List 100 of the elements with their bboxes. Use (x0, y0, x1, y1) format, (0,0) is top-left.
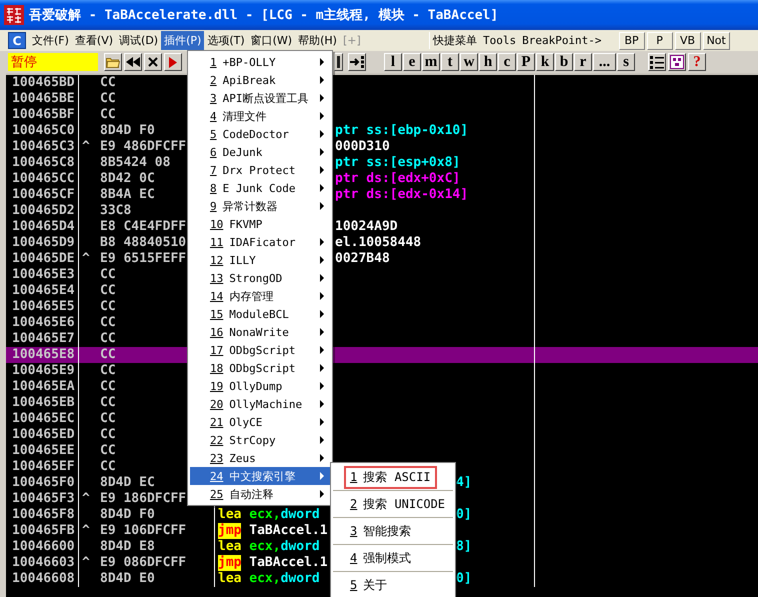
app-menu-button[interactable]: C (8, 32, 26, 49)
jump-mark: ^ (82, 251, 90, 267)
menu-item[interactable]: 19 OllyDump (190, 377, 330, 395)
menu-item[interactable]: 选项(T) (204, 31, 248, 50)
menu-item[interactable]: 15 ModuleBCL (190, 305, 330, 323)
toolbar-button[interactable]: VB (674, 32, 701, 50)
menu-item[interactable]: 8 E Junk Code (190, 179, 330, 197)
menu-item[interactable]: 1 搜索 ASCII (333, 464, 453, 491)
rewind-button[interactable] (124, 53, 142, 71)
address-operand: TaBAccel.1 (249, 555, 328, 571)
memory-operand: dword (280, 507, 320, 523)
hex-bytes: E8 C4E4FDFF (100, 219, 186, 235)
address-text: 100465E5 (12, 299, 75, 314)
menu-item-label: 3 智能搜索 (349, 522, 412, 540)
window-button[interactable]: r (574, 53, 592, 71)
highlight-frame: 1 搜索 ASCII (344, 466, 437, 488)
address-operand: 0027B48 (335, 251, 390, 267)
address-text: 100465E3 (12, 267, 75, 282)
hex-bytes: 8D4D F0 (100, 123, 155, 139)
toolbar-button[interactable]: BP (618, 32, 645, 50)
close-icon (148, 57, 158, 67)
toolbar-button[interactable]: Not (702, 32, 730, 50)
menu-item[interactable]: 2 ApiBreak (190, 71, 330, 89)
menu-item[interactable]: 11 IDAFicator (190, 233, 330, 251)
window-button[interactable]: b (555, 53, 573, 71)
close-button[interactable] (144, 53, 162, 71)
menu-item[interactable]: 24 中文搜索引擎 (190, 467, 330, 485)
menu-item[interactable]: 6 DeJunk (190, 143, 330, 161)
status-field: 暂停 (8, 53, 98, 71)
hex-bytes: CC (100, 91, 116, 107)
menu-item[interactable]: 3 智能搜索 (333, 518, 453, 545)
window-button[interactable]: l (384, 53, 402, 71)
address-text: 10046603 (12, 555, 75, 570)
window-button[interactable]: c (498, 53, 516, 71)
menu-item[interactable]: 查看(V) (72, 31, 116, 50)
menu-item[interactable]: Tools (480, 32, 520, 49)
menu-item[interactable]: 23 Zeus (190, 449, 330, 467)
arrow-to-bar-icon (350, 56, 364, 68)
menu-item[interactable]: 20 OllyMachine (190, 395, 330, 413)
grid-icon (670, 55, 684, 69)
window-button[interactable]: P (517, 53, 535, 71)
menu-item[interactable]: 4 强制模式 (333, 545, 453, 572)
menu-item[interactable]: 快捷菜单 (430, 31, 480, 50)
menu-item[interactable]: 5 关于 (333, 572, 453, 597)
help-button[interactable]: ? (688, 53, 706, 71)
address-text: 100465EE (12, 443, 75, 458)
menu-item[interactable]: 5 CodeDoctor (190, 125, 330, 143)
open-button[interactable] (104, 53, 122, 71)
menu-item[interactable]: 1 +BP-OLLY (190, 53, 330, 71)
address-text: 100465BF (12, 107, 75, 122)
step-button[interactable] (348, 53, 366, 71)
menu-item[interactable]: 16 NonaWrite (190, 323, 330, 341)
toolbar-button[interactable]: P (646, 32, 673, 50)
window-button[interactable]: k (536, 53, 554, 71)
window-button[interactable]: e (403, 53, 421, 71)
address-text: 100465F0 (12, 475, 75, 490)
menu-item[interactable]: 2 搜索 UNICODE (333, 491, 453, 518)
hex-bytes: E9 186DFCFF (100, 491, 186, 507)
address-operand: 10024A9D (335, 219, 398, 235)
menu-item[interactable]: 4 清理文件 (190, 107, 330, 125)
hex-bytes: B8 48840510 (100, 235, 186, 251)
register-operand: ecx, (249, 571, 281, 587)
toolbar-button[interactable] (334, 53, 343, 71)
run-button[interactable] (164, 53, 182, 71)
menu-item[interactable]: 12 ILLY (190, 251, 330, 269)
address-text: 100465EA (12, 379, 75, 394)
menu-item[interactable]: 14 内存管理 (190, 287, 330, 305)
address-operand: TaBAccel.1 (249, 523, 328, 539)
menu-item[interactable]: 窗口(W) (248, 31, 296, 50)
menu-item[interactable]: 调试(D) (116, 31, 162, 50)
window-button[interactable]: ... (593, 53, 616, 71)
window-button[interactable]: h (479, 53, 497, 71)
jump-mark: ^ (82, 491, 90, 507)
hex-bytes: E9 106DFCFF (100, 523, 186, 539)
menu-item[interactable]: 13 StrongOD (190, 269, 330, 287)
menu-item[interactable]: 25 自动注释 (190, 485, 330, 503)
memory-operand: ptr ds:[edx+0xC] (335, 171, 460, 187)
menu-item[interactable]: 21 OlyCE (190, 413, 330, 431)
menu-item[interactable]: 10 FKVMP (190, 215, 330, 233)
jump-mark: ^ (82, 139, 90, 155)
hex-bytes: 8B5424 08 (100, 155, 170, 171)
window-button[interactable]: t (441, 53, 459, 71)
hex-bytes: CC (100, 443, 116, 459)
menu-item[interactable]: BreakPoint-> (519, 32, 605, 49)
menu-item[interactable]: 9 异常计数器 (190, 197, 330, 215)
address-text: 100465E8 (12, 347, 75, 362)
window-button[interactable]: s (617, 53, 635, 71)
window-title: 吾爱破解 - TaBAccelerate.dll - [LCG - m主线程, 模块 - TaBAccel] (29, 6, 498, 24)
menu-item[interactable]: 22 StrCopy (190, 431, 330, 449)
address-text: 100465C8 (12, 155, 75, 170)
grid-button[interactable] (668, 53, 686, 71)
list-button[interactable] (648, 53, 666, 71)
menu-item[interactable]: 7 Drx Protect (190, 161, 330, 179)
menu-item[interactable]: 插件(P) (161, 31, 204, 50)
menu-item[interactable]: 3 API断点设置工具 (190, 89, 330, 107)
window-button[interactable]: w (460, 53, 478, 71)
window-button[interactable]: m (422, 53, 440, 71)
address-text: 10046600 (12, 539, 75, 554)
menu-item[interactable]: 帮助(H) (295, 31, 340, 50)
menu-item[interactable]: 文件(F) (29, 31, 72, 50)
